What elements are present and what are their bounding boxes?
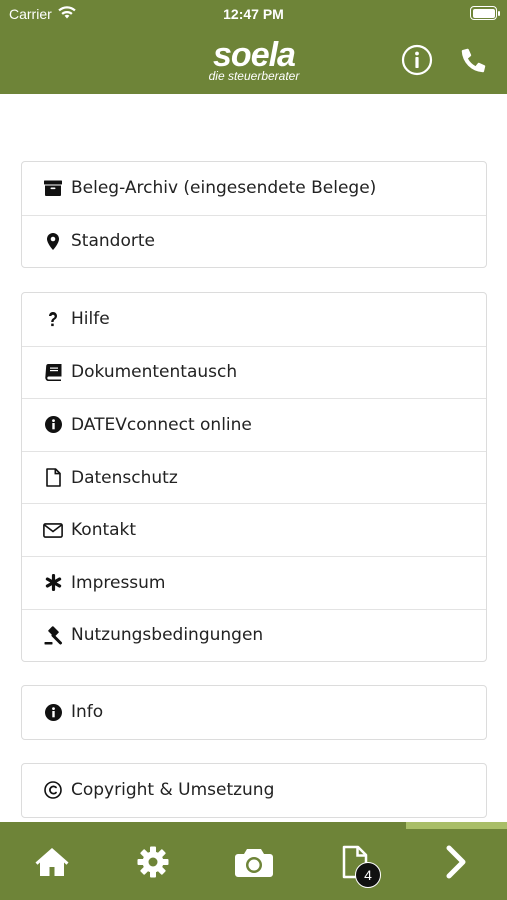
menu-item-copyright[interactable]: Copyright & Umsetzung (22, 764, 486, 817)
document-count-badge: 4 (355, 862, 381, 888)
menu-item-impressum[interactable]: Impressum (22, 555, 486, 609)
chevron-right-icon[interactable] (434, 840, 478, 884)
menu-item-hilfe[interactable]: Hilfe (22, 293, 486, 346)
asterisk-icon (43, 573, 63, 593)
map-marker-icon (43, 231, 63, 251)
menu-item-label: Nutzungsbedingungen (71, 625, 264, 646)
status-time: 12:47 PM (223, 6, 284, 22)
menu-item-label: Standorte (71, 231, 155, 252)
copyright-icon (43, 780, 63, 800)
menu-group-info: Info (21, 685, 487, 740)
info-icon (43, 702, 63, 722)
archive-icon (43, 178, 63, 198)
menu-item-label: Kontakt (71, 520, 137, 541)
menu-item-label: Datenschutz (71, 467, 178, 488)
settings-icon[interactable] (131, 840, 175, 884)
menu-item-info[interactable]: Info (22, 686, 486, 739)
menu-group-main: Hilfe Dokumententausch DATEVconnect onli… (21, 292, 487, 663)
menu-group-archive: Beleg-Archiv (eingesendete Belege) Stand… (21, 161, 487, 269)
bottom-tab-bar: 4 (0, 822, 507, 900)
book-icon (43, 362, 63, 382)
info-circle-icon[interactable] (401, 44, 433, 76)
menu-item-label: Beleg-Archiv (eingesendete Belege) (71, 178, 377, 199)
envelope-icon (43, 520, 63, 540)
active-tab-indicator (406, 822, 507, 829)
menu-item-label: DATEVconnect online (71, 414, 252, 435)
info-icon (43, 415, 63, 435)
status-bar: Carrier 12:47 PM (0, 0, 507, 28)
app-header: Carrier 12:47 PM soela die steuerberater (0, 0, 507, 94)
question-icon (43, 309, 63, 329)
gavel-icon (43, 625, 63, 645)
menu-item-standorte[interactable]: Standorte (22, 214, 486, 268)
menu-item-label: Dokumententausch (71, 362, 238, 383)
menu-item-label: Copyright & Umsetzung (71, 780, 275, 801)
menu-item-nutzungsbedingungen[interactable]: Nutzungsbedingungen (22, 608, 486, 662)
camera-icon[interactable] (232, 840, 276, 884)
home-icon[interactable] (30, 840, 74, 884)
menu-item-label: Info (71, 702, 104, 723)
file-icon (43, 468, 63, 488)
menu-item-dokumententausch[interactable]: Dokumententausch (22, 345, 486, 399)
menu-item-label: Impressum (71, 572, 166, 593)
menu-content: Beleg-Archiv (eingesendete Belege) Stand… (0, 94, 507, 822)
menu-item-label: Hilfe (71, 309, 110, 330)
menu-item-datevconnect[interactable]: DATEVconnect online (22, 398, 486, 451)
menu-item-beleg-archiv[interactable]: Beleg-Archiv (eingesendete Belege) (22, 162, 486, 215)
menu-item-kontakt[interactable]: Kontakt (22, 503, 486, 556)
phone-icon[interactable] (458, 44, 490, 76)
menu-item-datenschutz[interactable]: Datenschutz (22, 450, 486, 504)
logo-tagline: die steuerberater (208, 69, 300, 83)
battery-icon (470, 6, 500, 20)
brand-logo: soela die steuerberater (198, 38, 310, 84)
menu-group-copyright: Copyright & Umsetzung (21, 763, 487, 818)
logo-wordmark: soela (213, 36, 296, 74)
